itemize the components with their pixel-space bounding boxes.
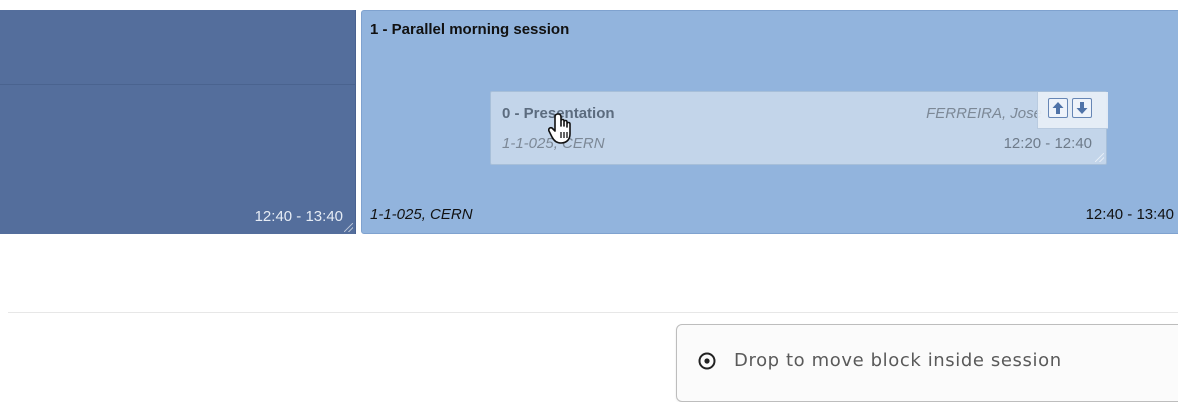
resize-grip-icon[interactable] <box>344 223 353 232</box>
block-time: 12:40 - 13:40 <box>254 208 343 225</box>
session-location: 1-1-025, CERN <box>370 206 473 223</box>
resize-grip-icon[interactable] <box>1095 153 1104 162</box>
presentation-time: 12:20 - 12:40 <box>1003 135 1092 152</box>
reorder-controls <box>1037 92 1108 129</box>
hand-pointer-icon <box>548 113 571 144</box>
session-title: 1 - Parallel morning session <box>370 21 570 38</box>
section-divider <box>8 312 1178 313</box>
session-time: 12:40 - 13:40 <box>1085 206 1174 223</box>
presentation-speaker: FERREIRA, Jose <box>926 105 1042 122</box>
target-icon <box>698 352 716 370</box>
presentation-block[interactable]: 0 - Presentation FERREIRA, Jose 1-1-025,… <box>490 91 1108 165</box>
timetable-block-previous[interactable]: 12:40 - 13:40 <box>0 10 356 234</box>
arrow-down-icon[interactable] <box>1072 98 1092 118</box>
arrow-up-icon[interactable] <box>1048 98 1068 118</box>
block-divider <box>0 84 355 85</box>
drop-hint-text: Drop to move block inside session <box>734 350 1062 371</box>
drop-hint-tooltip: Drop to move block inside session <box>676 324 1178 402</box>
